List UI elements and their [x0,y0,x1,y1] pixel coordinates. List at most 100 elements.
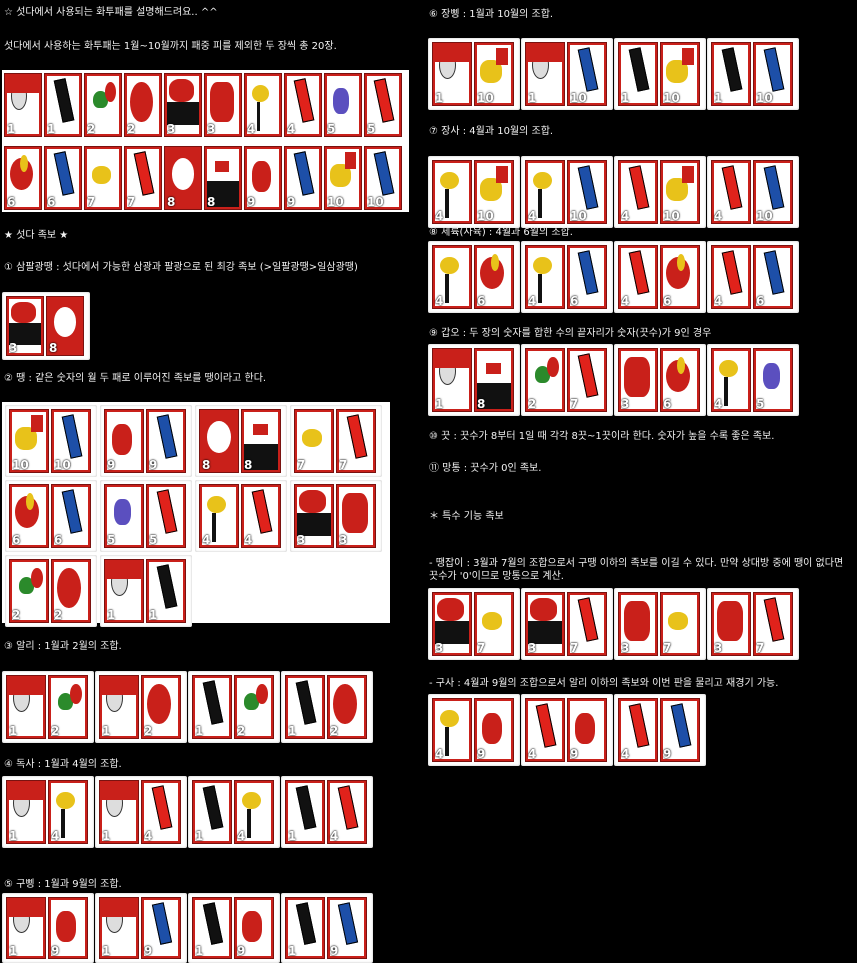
wisteria-icon [247,809,251,839]
wisteria-icon [445,727,449,757]
rule-5-label: ⑤ 구삥 : 1월과 9월의 조합. [4,879,122,890]
rule-2-label: ② 땡 : 같은 숫자의 월 두 패로 이루어진 족보를 땡이라고 한다. [4,373,267,384]
hwatu-card-7: 7 [567,348,607,412]
card-number: 1 [195,829,204,843]
hwatu-card-8: 8 [46,296,84,356]
card-pair: 12 [95,671,187,743]
card-number: 9 [330,944,339,958]
wisteria-icon [724,377,728,407]
hwatu-card-3: 3 [204,73,242,137]
hwatu-card-10: 10 [364,146,402,210]
card-pair: 45 [707,344,799,416]
cherry-icon [717,600,743,642]
section-title: ★ 섯다 족보 ★ [4,230,69,241]
card-number: 2 [51,724,60,738]
card-number: 1 [288,829,297,843]
hwatu-card-6: 6 [660,348,700,412]
card-number: 1 [195,944,204,958]
hwatu-card-5: 5 [104,484,144,548]
maple-icon [30,414,43,433]
plum-icon [333,683,358,725]
hwatu-card-7: 7 [84,146,122,210]
card-pair: 4 10 [614,156,706,228]
plum-icon [130,81,153,123]
ribbon-icon [373,151,395,196]
hwatu-card-2: 2 [525,348,565,412]
card-number: 4 [330,829,339,843]
hwatu-card-10: 10 [474,160,514,224]
hwatu-card-1: 1 [192,780,232,844]
card-number: 6 [663,397,672,411]
card-pair: 1 10 [428,38,520,110]
card-number: 10 [756,209,773,223]
hwatu-card-10: 10 [324,146,362,210]
ribbon-icon [53,78,75,123]
card-number: 1 [528,91,537,105]
card-number: 1 [288,944,297,958]
card-number: 10 [663,209,680,223]
card-number: 10 [570,91,587,105]
hwatu-card-3: 3 [525,592,565,656]
card-pair: 46 [428,241,520,313]
ribbon-icon [133,151,155,196]
card-number: 1 [47,122,56,136]
card-pair: 99 [100,405,192,477]
card-pair: 46 [521,241,613,313]
cherry-icon [168,78,195,103]
hwatu-card-7: 7 [294,409,334,473]
wisteria-icon [61,809,65,839]
hwatu-card-4: 4 [525,698,565,762]
ribbon-icon [628,165,650,210]
card-pair: 19 [95,893,187,963]
hwatu-card-4: 4 [618,698,658,762]
hwatu-card-9: 9 [141,897,181,959]
ribbon-icon [577,250,599,295]
card-number: 2 [87,122,96,136]
card-number: 3 [297,533,306,547]
card-pair: 55 [100,480,192,552]
card-pair: 19 [2,893,94,963]
card-number: 3 [435,641,444,655]
hwatu-card-6: 6 [9,484,49,548]
card-number: 4 [144,829,153,843]
intro-description: 섯다에서 사용하는 화투패는 1월~10월까지 패중 피를 제외한 두 장씩 총… [4,41,337,52]
card-number: 4 [244,533,253,547]
hand-ttaengjabi: 37373737 [428,588,800,660]
hand-alli: 12121212 [2,671,374,743]
card-number: 3 [339,533,348,547]
card-number: 9 [237,944,246,958]
hwatu-card-4: 4 [525,160,565,224]
card-number: 4 [621,294,630,308]
hwatu-card-6: 6 [44,146,82,210]
hand-ttaeng-row-3: 2211 [5,555,195,627]
wisteria-icon [212,513,216,543]
hwatu-card-2: 2 [234,675,274,739]
cuckoo-icon [533,171,552,190]
ribbon-icon [721,165,743,210]
card-pair: 19 [188,893,280,963]
card-number: 3 [621,397,630,411]
hwatu-card-1: 1 [192,897,232,959]
card-number: 7 [297,458,306,472]
card-pair: 46 [614,241,706,313]
hand-ttaeng-row-2: 66554433 [5,480,385,552]
special-title: ＊ 특수 기능 족보 [429,511,504,522]
card-pair: 12 [2,671,94,743]
hwatu-card-9: 9 [660,698,700,762]
hand-seryuk: 46464646 [428,241,800,313]
cuckoo-icon [242,791,261,810]
hwatu-card-3: 3 [294,484,334,548]
card-number: 6 [663,294,672,308]
special-1-label: - 땡잡이 : 3월과 7월의 조합으로서 구땡 이하의 족보를 이길 수 있다… [429,558,844,582]
ribbon-icon [53,151,75,196]
card-number: 8 [167,195,176,209]
sun-icon [102,678,136,696]
hwatu-card-9: 9 [474,698,514,762]
hwatu-card-1: 1 [285,675,325,739]
cherry-icon [10,301,37,324]
card-number: 1 [435,397,444,411]
card-number: 7 [339,458,348,472]
card-number: 10 [367,195,384,209]
hwatu-card-3: 3 [432,592,472,656]
card-pair: 27 [521,344,613,416]
